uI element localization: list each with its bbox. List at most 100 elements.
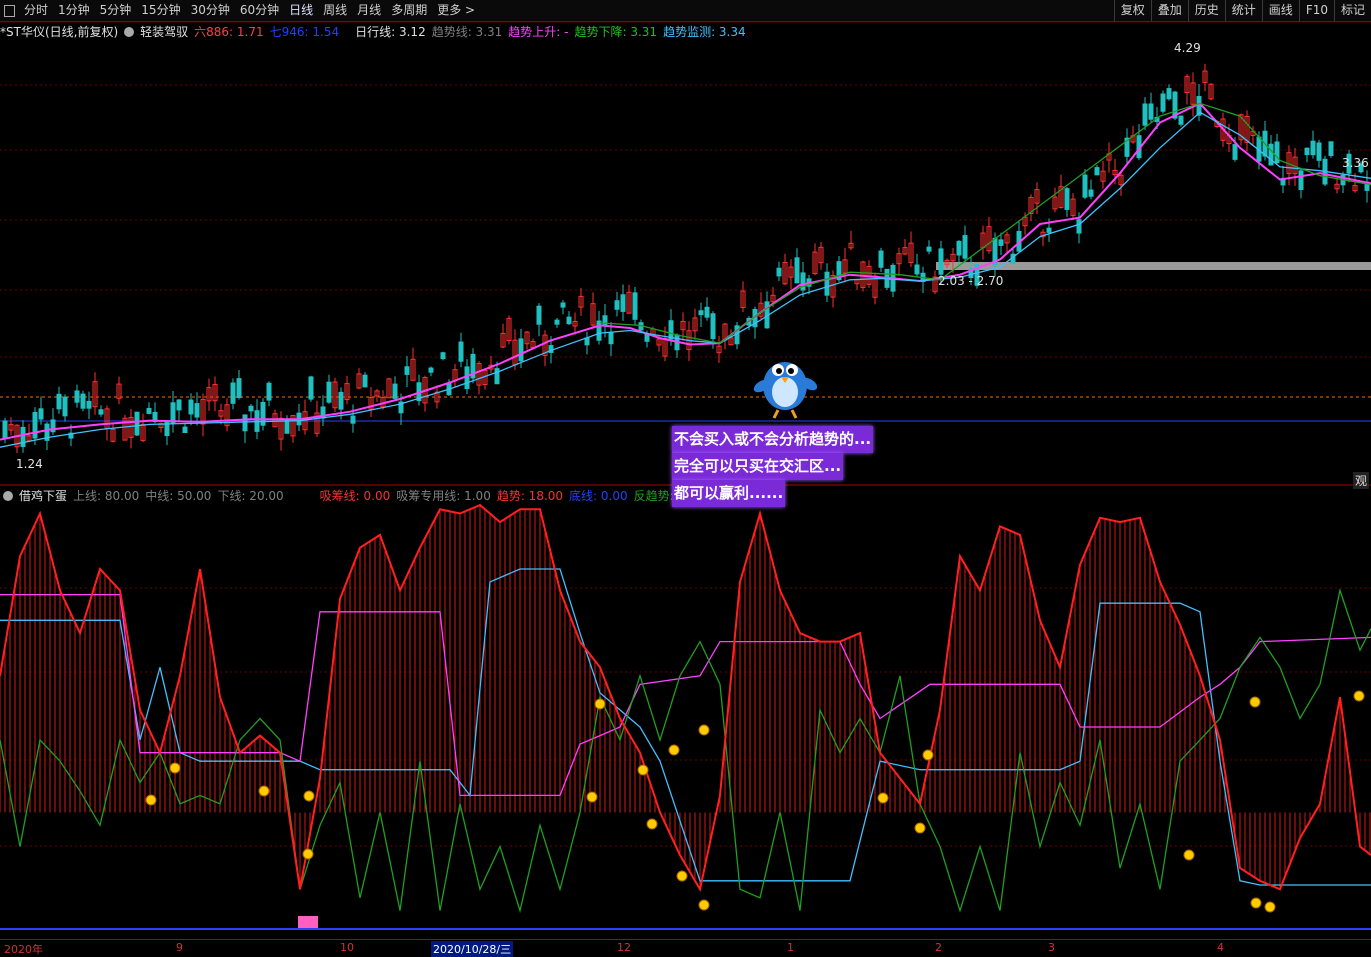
- candle-body: [1298, 170, 1304, 190]
- candle-body: [1094, 167, 1100, 176]
- candle-body: [560, 302, 566, 308]
- gold-egg-icon: [637, 764, 649, 776]
- gold-egg-icon: [258, 785, 270, 797]
- gold-egg-icon: [169, 762, 181, 774]
- candle-body: [188, 399, 194, 415]
- candle-body: [1088, 189, 1094, 197]
- candle-body: [1310, 140, 1316, 156]
- annotation-line: 都可以赢利......: [672, 480, 786, 507]
- annotation-text: 不会买入或不会分析趋势的... 完全可以只买在交汇区... 都可以赢利.....…: [672, 426, 874, 507]
- candle-body: [134, 411, 140, 436]
- candle-body: [236, 378, 242, 398]
- gold-egg-icon: [1353, 690, 1365, 702]
- candle-body: [584, 337, 590, 346]
- candle-body: [596, 320, 602, 341]
- date-label: 2: [935, 941, 942, 954]
- annotation-line: 不会买入或不会分析趋势的...: [672, 426, 874, 453]
- candle-body: [182, 426, 188, 433]
- candle-body: [614, 300, 620, 310]
- candle-body: [458, 341, 464, 362]
- candle-body: [938, 248, 944, 275]
- candle-body: [350, 415, 356, 424]
- candle-body: [362, 374, 368, 388]
- candle-body: [878, 250, 884, 268]
- price-low-label: 1.24: [16, 457, 43, 471]
- candle-body: [248, 405, 254, 412]
- date-label: 3: [1048, 941, 1055, 954]
- bird-mascot-icon: [752, 346, 818, 420]
- candle-body: [308, 376, 314, 400]
- candle-body: [668, 320, 674, 340]
- candle-body: [1268, 143, 1274, 166]
- candle-body: [698, 310, 704, 316]
- candle-body: [86, 400, 92, 409]
- candle-body: [710, 313, 716, 340]
- candle-body: [146, 407, 152, 414]
- gold-egg-icon: [698, 899, 710, 911]
- candle-body: [518, 338, 524, 362]
- candle-body: [1046, 227, 1052, 233]
- candle-body: [74, 390, 80, 403]
- candle-body: [176, 399, 182, 411]
- gold-egg-icon: [1250, 897, 1262, 909]
- candle-body: [440, 352, 446, 360]
- candle-body: [620, 294, 626, 312]
- side-tag[interactable]: 观: [1353, 472, 1370, 489]
- candle-body: [2, 420, 8, 439]
- gold-egg-icon: [1183, 849, 1195, 861]
- candle-body: [794, 257, 800, 284]
- candle-body: [962, 235, 968, 259]
- candle-body: [956, 240, 962, 256]
- gold-egg-icon: [303, 790, 315, 802]
- main-series-line: [599, 102, 1371, 344]
- date-label: 10: [340, 941, 354, 954]
- gold-egg-icon: [594, 698, 606, 710]
- date-label: 1: [787, 941, 794, 954]
- candle-body: [1166, 88, 1172, 100]
- date-label: 12: [617, 941, 631, 954]
- candle-body: [1082, 174, 1088, 198]
- accumulation-bar: [298, 916, 318, 928]
- candle-body: [230, 382, 236, 404]
- candle-body: [1076, 219, 1082, 234]
- candle-body: [632, 292, 638, 320]
- candle-body: [338, 391, 344, 410]
- gold-egg-icon: [676, 870, 688, 882]
- gold-egg-icon: [1249, 696, 1261, 708]
- candle-body: [1178, 115, 1184, 125]
- candle-body: [536, 305, 542, 325]
- candle-body: [1160, 93, 1166, 112]
- candle-body: [1064, 188, 1070, 210]
- candle-body: [32, 411, 38, 439]
- annotation-line: 完全可以只买在交汇区...: [672, 453, 844, 480]
- gold-egg-icon: [698, 724, 710, 736]
- candle-body: [554, 319, 560, 325]
- candle-body: [494, 368, 500, 385]
- price-mid-label: 2.03 - 2.70: [938, 274, 1004, 288]
- candle-body: [62, 396, 68, 417]
- gold-egg-icon: [646, 818, 658, 830]
- candle-body: [566, 316, 572, 325]
- date-label: 4: [1217, 941, 1224, 954]
- main-series-line: [0, 102, 1371, 441]
- candle-body: [194, 403, 200, 418]
- candle-body: [1148, 103, 1154, 120]
- date-axis: 2020年 9 10 2020/10/28/三 12 1 2 3 4: [0, 939, 1371, 957]
- candle-body: [242, 414, 248, 432]
- price-right-label: 3.36: [1342, 156, 1369, 170]
- gold-egg-icon: [668, 744, 680, 756]
- candle-body: [608, 332, 614, 345]
- candle-body: [914, 264, 920, 275]
- candle-body: [326, 381, 332, 403]
- candle-body: [704, 306, 710, 318]
- candle-body: [284, 419, 290, 434]
- candle-body: [392, 383, 398, 399]
- candle-body: [1316, 142, 1322, 161]
- candle-body: [998, 239, 1004, 246]
- candle-body: [80, 393, 86, 409]
- candle-body: [98, 409, 104, 415]
- candle-body: [164, 420, 170, 437]
- candle-body: [404, 366, 410, 375]
- candle-body: [926, 246, 932, 252]
- date-label: 9: [176, 941, 183, 954]
